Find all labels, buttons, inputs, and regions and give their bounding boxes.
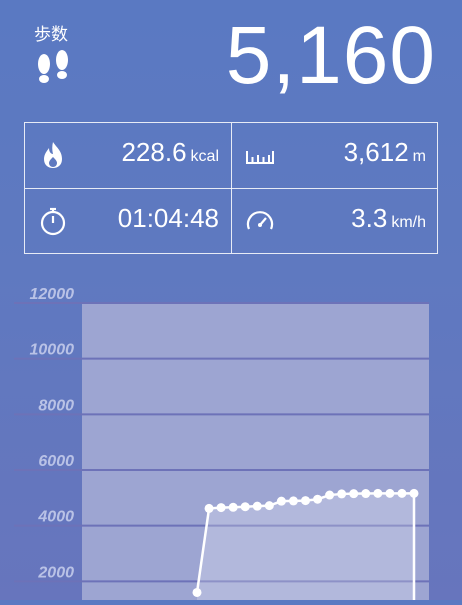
y-tick-label: 10000 <box>30 342 75 359</box>
data-point <box>264 501 274 511</box>
distance-cell: 3,612 m <box>232 123 438 188</box>
data-point <box>228 502 238 512</box>
data-point <box>397 488 407 498</box>
y-tick-label: 8000 <box>38 397 74 414</box>
steps-value: 5,160 <box>225 10 436 101</box>
stats-grid: 228.6 kcal 3,612 m 01:04:48 3.3 km/h <box>24 122 438 254</box>
steps-label: 歩数 <box>34 25 68 44</box>
chart-svg: 12000 10000 8000 6000 4000 2000 <box>14 286 429 600</box>
y-tick-label: 6000 <box>38 453 74 470</box>
data-point <box>204 503 214 513</box>
data-point <box>288 496 298 506</box>
data-point <box>301 496 310 506</box>
calories-cell: 228.6 kcal <box>25 123 231 188</box>
calories-value: 228.6 <box>121 137 187 167</box>
data-point <box>216 503 226 513</box>
steps-chart: 12000 10000 8000 6000 4000 2000 <box>0 282 462 600</box>
stopwatch-icon <box>40 207 66 236</box>
speed-cell: 3.3 km/h <box>232 189 438 254</box>
calories-unit: kcal <box>190 148 219 165</box>
y-tick-label: 2000 <box>37 564 74 581</box>
y-tick-label: 4000 <box>37 509 74 526</box>
data-point <box>276 496 286 506</box>
speedometer-icon <box>246 211 274 230</box>
data-point <box>240 502 250 512</box>
duration-cell: 01:04:48 <box>25 189 231 254</box>
data-point <box>361 489 371 499</box>
speed-unit: km/h <box>391 214 426 231</box>
distance-value: 3,612 <box>343 137 409 167</box>
distance-unit: m <box>412 148 426 165</box>
y-tick-label: 12000 <box>30 286 75 303</box>
data-point <box>337 489 347 499</box>
data-point <box>349 489 359 499</box>
ruler-icon <box>246 151 274 164</box>
data-point <box>409 488 419 498</box>
footsteps-icon <box>38 50 68 83</box>
speed-value: 3.3 <box>351 203 388 233</box>
data-point <box>373 488 383 498</box>
duration-value: 01:04:48 <box>117 203 219 233</box>
data-point <box>252 501 262 511</box>
data-point <box>192 587 202 597</box>
flame-icon <box>44 142 62 168</box>
data-point <box>325 490 335 500</box>
data-point <box>385 488 395 498</box>
data-point <box>313 494 323 504</box>
